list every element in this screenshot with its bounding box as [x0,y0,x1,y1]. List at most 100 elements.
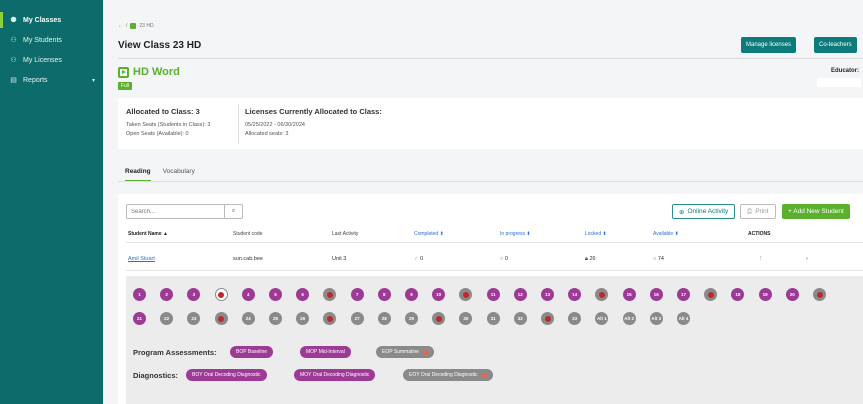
assessment-pill[interactable]: EOP Summative [376,346,434,358]
column-header[interactable]: Locked ⬍ [585,231,607,237]
column-header: ACTIONS [748,231,771,237]
locked-unit-icon[interactable] [459,288,473,301]
unit-circle[interactable]: 32 [513,312,527,325]
unit-circle[interactable]: 25 [269,312,282,325]
assessment-pill[interactable]: BOP Baseline [230,346,274,358]
taken-seats: Taken Seats (Students in Class): 3 [126,122,211,128]
unit-circle[interactable]: 1 [133,288,146,301]
locked-unit-icon[interactable] [595,288,609,301]
available-count: ○ 74 [653,256,664,262]
search-icon[interactable]: ⌕ [224,205,242,218]
student-name-link[interactable]: Amil Stuart [128,256,155,262]
unit-circle[interactable]: 28 [377,312,391,325]
unit-circle[interactable]: 6 [296,288,310,301]
unit-circle[interactable]: 22 [160,312,174,325]
unit-circle[interactable]: 13 [541,288,554,301]
unit-circle[interactable]: 15 [622,288,636,301]
tab-vocabulary[interactable]: Vocabulary [163,168,195,182]
assessment-pill[interactable]: MOP Mid-Interval [300,346,351,358]
unit-circle[interactable]: 27 [350,312,364,325]
educator-label: Educator: [830,68,859,74]
check-icon: ✓ [414,256,419,262]
globe-icon: ⊕ [679,208,685,216]
unit-circle[interactable]: 10 [432,288,446,301]
divider [118,181,863,182]
locked-unit-icon[interactable] [323,288,337,301]
locked-unit-icon[interactable] [214,288,228,301]
diagnostic-pill[interactable]: EOY Oral Decoding Diagnostic [403,369,493,381]
unit-circle[interactable]: Alt 4 [677,312,690,325]
unit-circle[interactable]: Alt 1 [595,312,609,325]
unit-circle[interactable]: 14 [568,288,582,301]
column-header[interactable]: Student Name ▲ [128,231,168,237]
column-header[interactable]: Available ⬍ [653,231,679,237]
add-new-student-button[interactable]: + Add New Student [782,204,850,219]
unit-circle[interactable]: 4 [241,288,255,301]
unit-circle[interactable]: 3 [187,288,201,301]
unit-circle[interactable]: 9 [405,288,418,301]
column-header[interactable]: In progress ⬍ [500,231,531,237]
allocated-seats: Allocated seats: 3 [245,131,289,137]
actions-menu-button[interactable]: ⋮ [758,256,764,262]
diagnostic-pill[interactable]: BOY Oral Decoding Diagnostic [186,369,267,381]
column-header[interactable]: Completed ⬍ [414,231,444,237]
locked-unit-icon[interactable] [214,312,228,325]
search-input[interactable] [127,205,225,218]
sidebar-item-my-students[interactable]: ⚇ My Students [0,30,103,50]
unit-circle[interactable]: 2 [160,288,174,301]
online-activity-button[interactable]: ⊕ Online Activity [672,204,736,219]
locked-unit-icon[interactable] [704,288,718,301]
divider [126,270,863,271]
lock-icon [481,372,487,378]
locked-unit-icon[interactable] [541,312,554,325]
completed-value: 0 [420,256,424,262]
sidebar-item-my-classes[interactable]: ⚉ My Classes [0,10,103,30]
in-progress-count: ○ 0 [500,256,508,262]
unit-circle[interactable]: 21 [133,312,146,325]
hd-logo-icon [118,66,129,78]
unit-circle[interactable]: 31 [486,312,500,325]
diagnostic-pill[interactable]: MOY Oral Decoding Diagnostic [294,369,376,381]
unit-circle[interactable]: 12 [513,288,527,301]
unit-circle[interactable]: 18 [731,288,745,301]
unit-circle[interactable]: 5 [269,288,282,301]
unit-circle[interactable]: 30 [459,312,473,325]
column-header: Student code [233,231,263,237]
tab-reading[interactable]: Reading [125,168,151,182]
completed-count: ✓ 0 [414,256,423,262]
app: ⚉ My Classes ⚇ My Students ⚇ My Licenses… [0,0,863,404]
chevron-down-icon: ▾ [91,77,95,84]
unit-circle[interactable]: 17 [677,288,690,301]
unit-circle[interactable]: 19 [758,288,772,301]
allocated-title: Allocated to Class: 3 [126,107,200,116]
breadcrumb-class[interactable]: 23 HD [139,23,153,29]
page-title: View Class 23 HD [118,40,202,51]
unit-circle[interactable]: 20 [785,288,799,301]
assessment-pill-label: EOP Summative [382,349,419,355]
unit-circle[interactable]: 16 [649,288,663,301]
locked-unit-icon[interactable] [813,288,826,301]
back-arrow-icon[interactable]: ← [118,23,123,29]
unit-circle[interactable]: 24 [241,312,255,325]
locked-unit-icon[interactable] [323,312,337,325]
unit-circle[interactable]: 26 [296,312,310,325]
unit-circle[interactable]: 11 [486,288,500,301]
sidebar-item-my-licenses[interactable]: ⚇ My Licenses [0,50,103,70]
locked-unit-icon[interactable] [432,312,446,325]
unit-circle[interactable]: 33 [568,312,582,325]
unit-circle[interactable]: 29 [405,312,418,325]
unit-circle[interactable]: 23 [187,312,201,325]
divider [238,104,239,144]
open-seats: Open Seats (Available): 0 [126,131,189,137]
sidebar-item-reports[interactable]: ▤ Reports ▾ [0,70,103,90]
print-button[interactable]: ⎙ Print [740,204,776,219]
manage-licenses-button[interactable]: Manage licenses [741,37,797,53]
unit-circle[interactable]: Alt 2 [622,312,636,325]
expand-row-chevron[interactable]: › [806,256,808,262]
unit-circle[interactable]: 7 [350,288,364,301]
unit-circle[interactable]: 8 [377,288,391,301]
unit-circle[interactable]: Alt 3 [649,312,663,325]
available-icon: ○ [653,256,657,262]
divider [118,58,863,59]
co-teachers-button[interactable]: Co-teachers [814,37,857,53]
